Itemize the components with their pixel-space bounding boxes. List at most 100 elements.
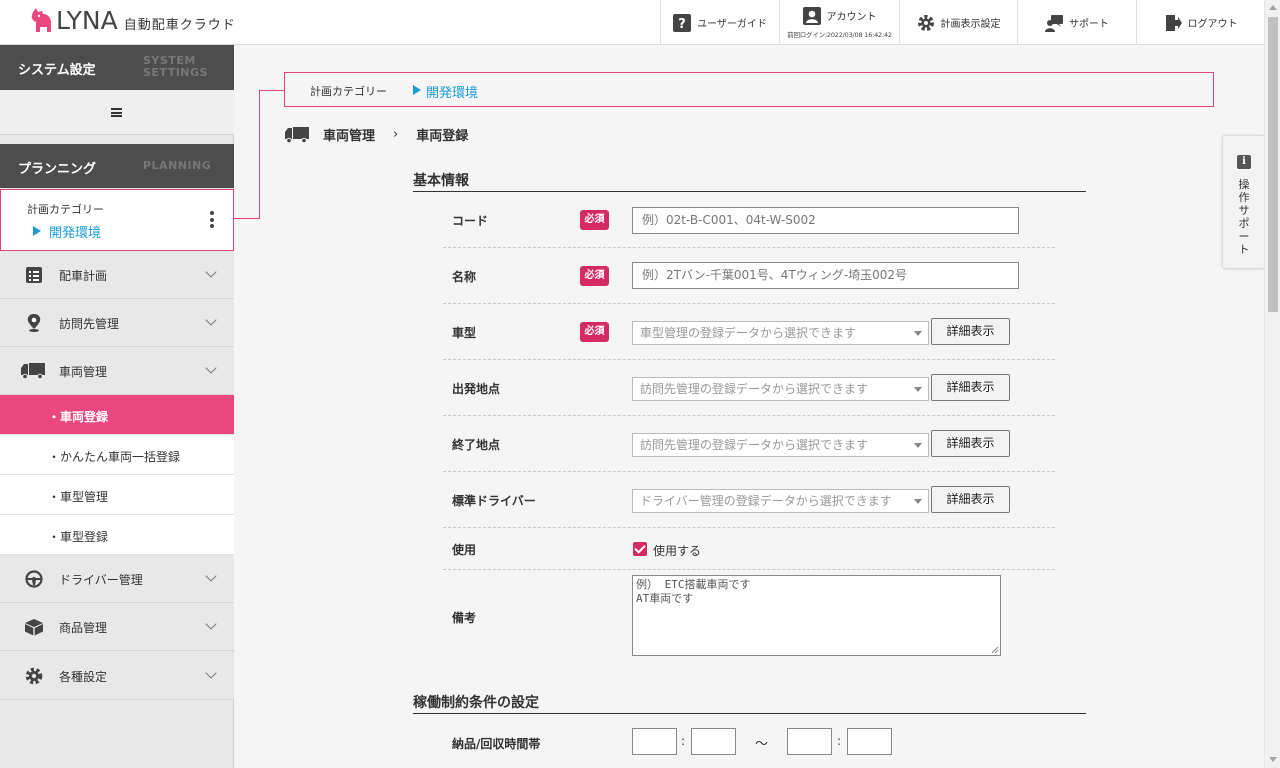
start-hour-input[interactable] bbox=[632, 728, 677, 755]
default-driver-label: 標準ドライバー bbox=[452, 494, 536, 508]
code-label: コード bbox=[452, 214, 489, 228]
end-point-detail-button[interactable]: 詳細表示 bbox=[931, 430, 1010, 457]
lyna-logo-icon bbox=[31, 8, 51, 32]
chevron-down-icon bbox=[205, 667, 217, 679]
planning-label: プランニング bbox=[18, 162, 97, 177]
default-driver-detail-button[interactable]: 詳細表示 bbox=[931, 486, 1010, 513]
operation-support-tab[interactable]: i 操作サポート bbox=[1222, 135, 1264, 269]
gear-icon bbox=[25, 667, 43, 685]
time-colon: : bbox=[681, 734, 686, 748]
required-badge: 必須 bbox=[580, 210, 609, 230]
sidebar-item-label: 商品管理 bbox=[59, 621, 108, 635]
vehicle-type-detail-button[interactable]: 詳細表示 bbox=[931, 318, 1010, 345]
connector-line bbox=[259, 90, 284, 91]
end-point-label: 終了地点 bbox=[452, 438, 501, 452]
system-settings-label: システム設定 bbox=[18, 63, 96, 78]
end-point-select[interactable]: 訪問先管理の登録データから選択できます bbox=[632, 433, 929, 457]
vehicle-type-select[interactable]: 車型管理の登録データから選択できます bbox=[632, 321, 929, 345]
sidebar-item-label: 車両管理 bbox=[59, 365, 108, 379]
user-guide-label: ユーザーガイド bbox=[697, 19, 767, 30]
resize-handle-icon[interactable] bbox=[990, 645, 999, 654]
sidebar-item-various-settings[interactable]: 各種設定 bbox=[0, 652, 234, 700]
connector-line bbox=[259, 90, 260, 219]
logo[interactable]: LYNA 自動配車クラウド bbox=[30, 8, 236, 34]
breadcrumb-separator: › bbox=[393, 127, 399, 142]
user-guide-button[interactable]: ? ユーザーガイド bbox=[660, 0, 779, 45]
start-minute-input[interactable] bbox=[691, 728, 736, 755]
sidebar-item-driver-management[interactable]: ドライバー管理 bbox=[0, 555, 234, 603]
start-point-detail-button[interactable]: 詳細表示 bbox=[931, 374, 1010, 401]
scrollbar-thumb[interactable] bbox=[1268, 17, 1278, 312]
planning-tab[interactable]: プランニング PLANNING bbox=[0, 144, 234, 188]
name-input[interactable]: 例）2Tバン-千葉001号、4Tウィング-埼玉002号 bbox=[632, 262, 1019, 289]
plan-category-selector[interactable]: 計画カテゴリー 開発環境 bbox=[0, 189, 234, 251]
sidebar-item-label: ドライバー管理 bbox=[59, 573, 143, 587]
sidebar-subitem-vehicle-registration[interactable]: ・車両登録 bbox=[0, 395, 234, 435]
code-input[interactable]: 例）02t-B-C001、04t-W-S002 bbox=[632, 207, 1019, 234]
plan-category-label: 計画カテゴリー bbox=[310, 85, 387, 98]
dropdown-arrow-icon bbox=[914, 443, 922, 448]
scroll-up-arrow-icon[interactable] bbox=[1269, 5, 1277, 10]
chat-icon bbox=[1045, 14, 1063, 32]
use-checkbox[interactable] bbox=[633, 542, 647, 556]
question-icon: ? bbox=[673, 13, 692, 32]
plan-display-settings-label: 計画表示設定 bbox=[940, 19, 1001, 30]
dropdown-arrow-icon bbox=[914, 387, 922, 392]
end-minute-input[interactable] bbox=[847, 728, 892, 755]
chevron-down-icon bbox=[205, 362, 217, 374]
use-checkbox-label[interactable]: 使用する bbox=[653, 542, 701, 559]
sidebar-item-label: 訪問先管理 bbox=[59, 317, 120, 331]
sidebar-item-dispatch-plan[interactable]: 配車計画 bbox=[0, 251, 234, 299]
list-icon bbox=[26, 267, 42, 283]
logo-text: LYNA bbox=[56, 6, 118, 35]
logout-label: ログアウト bbox=[1187, 19, 1238, 30]
app-name: 自動配車クラウド bbox=[123, 17, 236, 33]
chevron-down-icon bbox=[205, 266, 217, 278]
sidebar-subitem-label: ・車型登録 bbox=[48, 530, 109, 544]
map-pin-icon bbox=[27, 314, 41, 332]
scroll-down-arrow-icon[interactable] bbox=[1269, 757, 1277, 762]
constraints-title: 稼働制約条件の設定 bbox=[413, 692, 1086, 714]
chevron-down-icon bbox=[205, 314, 217, 326]
menu-toggle-row[interactable] bbox=[0, 90, 234, 135]
form-row-use: 使用 bbox=[443, 528, 1055, 570]
chevron-down-icon bbox=[205, 618, 217, 630]
start-point-label: 出発地点 bbox=[452, 382, 501, 396]
remarks-textarea[interactable]: 例） ETC搭載車両です AT車両です bbox=[632, 575, 1001, 656]
breadcrumb: 車両管理 › 車両登録 bbox=[284, 125, 468, 144]
sidebar-subitem-vehicle-type-registration[interactable]: ・車型登録 bbox=[0, 515, 234, 555]
sidebar-subitem-vehicle-type-management[interactable]: ・車型管理 bbox=[0, 475, 234, 515]
breadcrumb-current: 車両登録 bbox=[416, 129, 469, 144]
box-icon bbox=[25, 619, 43, 636]
sidebar-subitem-bulk-registration[interactable]: ・かんたん車両一括登録 bbox=[0, 435, 234, 475]
end-hour-input[interactable] bbox=[787, 728, 832, 755]
basic-info-title: 基本情報 bbox=[413, 170, 1086, 192]
hamburger-icon[interactable] bbox=[111, 108, 122, 117]
start-point-select[interactable]: 訪問先管理の登録データから選択できます bbox=[632, 377, 929, 401]
svg-text:?: ? bbox=[678, 17, 686, 32]
plan-category-value: 開発環境 bbox=[49, 226, 102, 241]
sidebar-item-visit-management[interactable]: 訪問先管理 bbox=[0, 299, 234, 347]
play-icon bbox=[413, 85, 421, 95]
more-vertical-icon[interactable] bbox=[210, 211, 214, 228]
support-label: サポート bbox=[1069, 19, 1109, 30]
sidebar-item-product-management[interactable]: 商品管理 bbox=[0, 603, 234, 651]
sidebar-subitem-label: ・かんたん車両一括登録 bbox=[48, 450, 181, 464]
system-settings-tab[interactable]: システム設定 SYSTEM SETTINGS bbox=[0, 45, 234, 98]
logout-button[interactable]: ログアウト bbox=[1136, 0, 1264, 45]
account-button[interactable]: アカウント 前回ログイン:2022/03/08 16:42:42 bbox=[779, 0, 899, 45]
default-driver-select[interactable]: ドライバー管理の登録データから選択できます bbox=[632, 489, 929, 513]
sidebar-item-label: 配車計画 bbox=[59, 269, 108, 283]
steering-wheel-icon bbox=[25, 570, 43, 588]
user-icon bbox=[802, 6, 821, 25]
required-badge: 必須 bbox=[580, 266, 609, 286]
connector-line bbox=[234, 218, 259, 219]
breadcrumb-parent[interactable]: 車両管理 bbox=[323, 125, 375, 144]
vertical-scrollbar[interactable] bbox=[1264, 0, 1280, 768]
time-range-tilde: ～ bbox=[755, 737, 769, 752]
plan-category-value: 開発環境 bbox=[426, 86, 479, 101]
sidebar-item-vehicle-management[interactable]: 車両管理 bbox=[0, 347, 234, 395]
plan-display-settings-button[interactable]: 計画表示設定 bbox=[899, 0, 1017, 45]
sidebar-subitem-label: ・車両登録 bbox=[48, 410, 109, 424]
support-button[interactable]: サポート bbox=[1017, 0, 1136, 45]
